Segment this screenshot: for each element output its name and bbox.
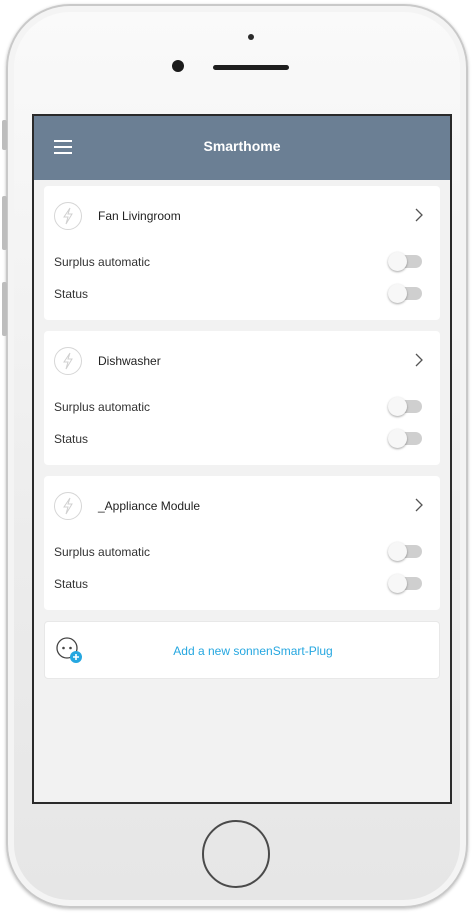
device-card: _Appliance Module Surplus automatic Stat… [44, 476, 440, 610]
status-toggle[interactable] [388, 574, 422, 593]
mute-switch [2, 120, 7, 150]
setting-label: Status [54, 287, 89, 301]
app-screen: Smarthome Fan Livingroom Surplus automat… [32, 114, 452, 804]
setting-row: Status [54, 429, 430, 449]
surplus-automatic-toggle[interactable] [388, 542, 422, 561]
lightning-bolt-icon [54, 347, 82, 375]
setting-label: Surplus automatic [54, 255, 151, 269]
setting-label: Surplus automatic [54, 400, 151, 414]
earpiece-speaker [213, 65, 289, 70]
device-header[interactable]: _Appliance Module [54, 492, 430, 522]
device-name: Fan Livingroom [98, 209, 181, 223]
device-name: Dishwasher [98, 354, 161, 368]
setting-label: Surplus automatic [54, 545, 151, 559]
app-bar: Smarthome [34, 116, 450, 180]
surplus-automatic-toggle[interactable] [388, 397, 422, 416]
proximity-sensor [248, 34, 254, 40]
setting-row: Surplus automatic [54, 252, 430, 272]
device-header[interactable]: Fan Livingroom [54, 202, 430, 232]
lightning-bolt-icon [54, 492, 82, 520]
setting-row: Surplus automatic [54, 542, 430, 562]
surplus-automatic-toggle[interactable] [388, 252, 422, 271]
device-name: _Appliance Module [98, 499, 201, 513]
add-smart-plug-button[interactable]: Add a new sonnenSmart-Plug [44, 621, 440, 679]
chevron-right-icon [415, 353, 423, 367]
setting-row: Status [54, 574, 430, 594]
device-header[interactable]: Dishwasher [54, 347, 430, 377]
add-smart-plug-label: Add a new sonnenSmart-Plug [173, 644, 333, 658]
device-card: Fan Livingroom Surplus automatic Status [44, 186, 440, 320]
device-list: Fan Livingroom Surplus automatic Status … [34, 180, 450, 802]
status-toggle[interactable] [388, 284, 422, 303]
page-title: Smarthome [203, 138, 281, 154]
front-camera [172, 60, 184, 72]
setting-label: Status [54, 432, 89, 446]
lightning-bolt-icon [54, 202, 82, 230]
status-toggle[interactable] [388, 429, 422, 448]
volume-down-button [2, 282, 7, 336]
chevron-right-icon [415, 208, 423, 222]
chevron-right-icon [415, 498, 423, 512]
volume-up-button [2, 196, 7, 250]
setting-row: Status [54, 284, 430, 304]
setting-label: Status [54, 577, 89, 591]
device-card: Dishwasher Surplus automatic Status [44, 331, 440, 465]
setting-row: Surplus automatic [54, 397, 430, 417]
home-button[interactable] [202, 820, 270, 888]
